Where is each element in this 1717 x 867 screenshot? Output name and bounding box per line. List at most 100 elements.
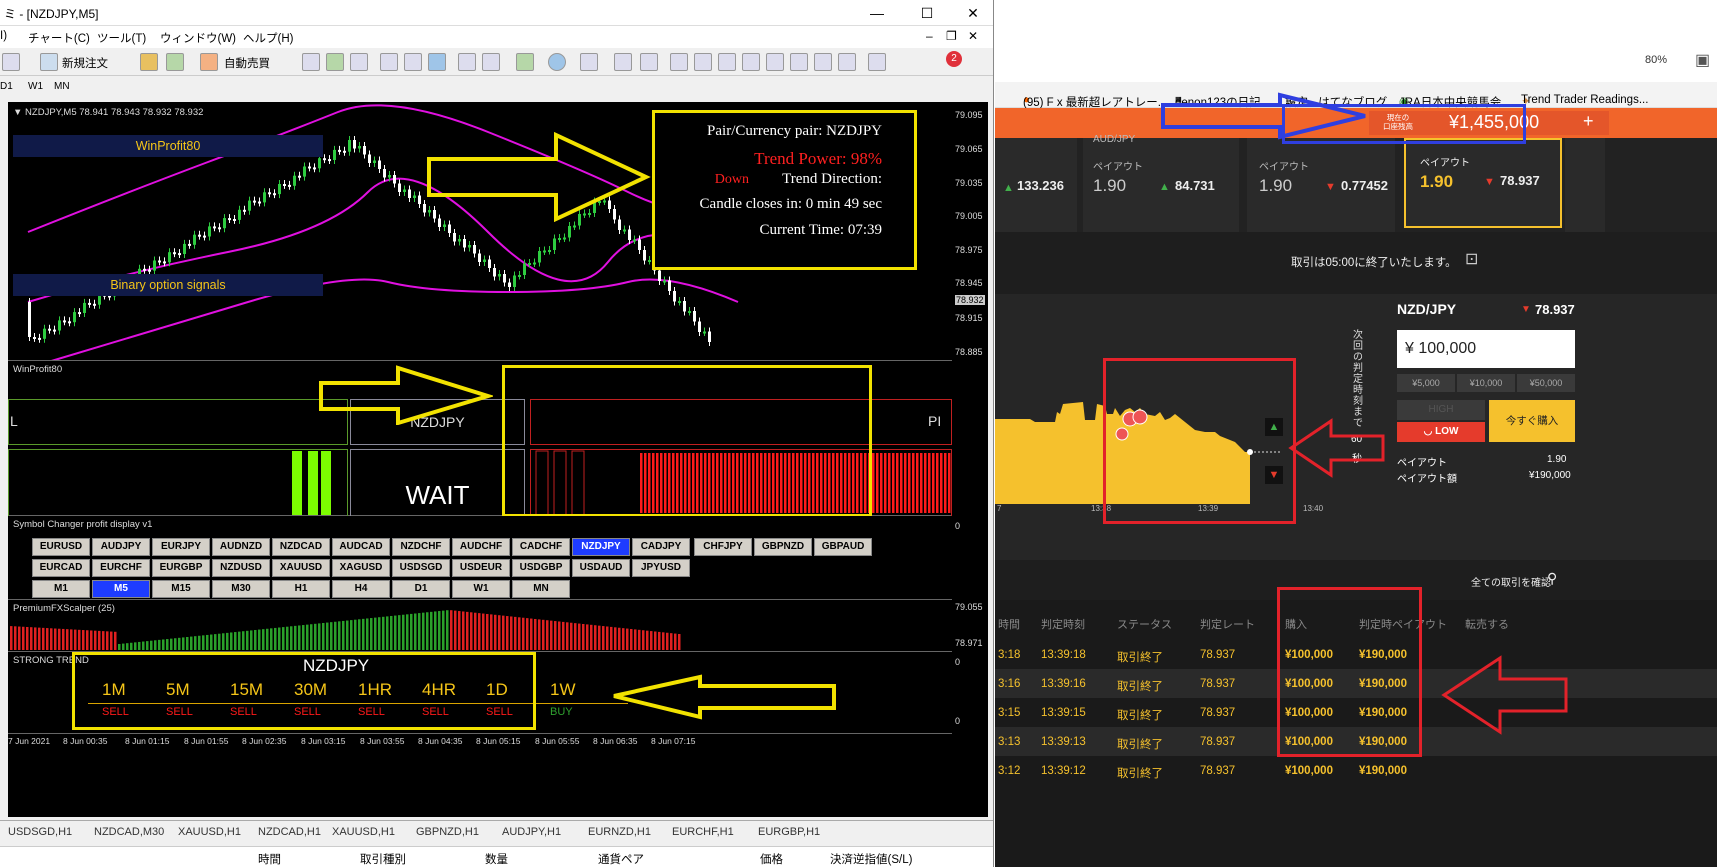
strong-trend-panel[interactable]: STRONG TREND NZDJPY 1M 5M 15M 30M 1HR 4HR 1D 1W… [8,652,952,734]
menu-item-chart[interactable]: チャート(C) [28,30,90,46]
symbol-button-gbpnzd[interactable]: GBPNZD [754,538,812,556]
line-chart-icon[interactable] [350,53,368,71]
symbol-button-eurchf[interactable]: EURCHF [92,559,150,577]
symbol-button-nzdchf[interactable]: NZDCHF [392,538,450,556]
minimize-icon[interactable]: — [862,3,892,23]
zoom-in-icon[interactable] [380,53,398,71]
col-price[interactable]: 価格 [760,851,783,867]
symbol-button-cadjpy[interactable]: CADJPY [632,538,690,556]
chart-tab[interactable]: USDSGD,H1 [8,826,72,838]
symbol-button-xauusd[interactable]: XAUUSD [272,559,330,577]
symbol-button-nzdjpy[interactable]: NZDJPY [572,538,630,556]
mdi-minimize-icon[interactable]: – [926,29,933,43]
pair-card-4-selected[interactable]: ペイアウト 1.90 ▼ 78.937 [1404,138,1562,228]
symbol-button-h4[interactable]: H4 [332,580,390,598]
symbol-button-audchf[interactable]: AUDCHF [452,538,510,556]
navigator-icon[interactable] [140,53,158,71]
new-order-icon[interactable] [40,53,58,71]
symbol-button-audnzd[interactable]: AUDNZD [212,538,270,556]
chart-area[interactable]: ▼ NZDJPY,M5 78.941 78.943 78.932 78.932 … [8,102,988,817]
symbol-button-chfjpy[interactable]: CHFJPY [694,538,752,556]
autoscroll-icon[interactable] [458,53,476,71]
chart-tab[interactable]: NZDCAD,M30 [94,826,164,838]
col-type[interactable]: 取引種別 [360,851,406,867]
col-sl[interactable]: 決済逆指値(S/L) [830,851,912,867]
trendline-icon[interactable] [718,53,736,71]
bar-chart-icon[interactable] [302,53,320,71]
chart-tab[interactable]: XAUUSD,H1 [178,826,241,838]
mdi-close-icon[interactable]: ✕ [968,29,978,43]
crosshair-icon[interactable] [640,53,658,71]
chart-shift-icon[interactable] [482,53,500,71]
add-funds-icon[interactable]: + [1583,111,1594,132]
chart-tab[interactable]: EURNZD,H1 [588,826,651,838]
symbol-button-usdgbp[interactable]: USDGBP [512,559,570,577]
symbol-button-gbpaud[interactable]: GBPAUD [814,538,872,556]
zoom-out-icon[interactable] [404,53,422,71]
market-watch-icon[interactable] [166,53,184,71]
buy-now-button[interactable]: 今すぐ購入 [1489,400,1575,442]
chart-tab[interactable]: AUDJPY,H1 [502,826,561,838]
mdi-restore-icon[interactable]: ❐ [946,29,957,43]
arrows-icon[interactable] [838,53,856,71]
symbol-button-nzdusd[interactable]: NZDUSD [212,559,270,577]
symbol-button-d1[interactable]: D1 [392,580,450,598]
vertical-line-icon[interactable] [670,53,688,71]
candle-chart-icon[interactable] [326,53,344,71]
templates-icon[interactable] [580,53,598,71]
auto-trade-button[interactable]: 自動売買 [224,55,270,71]
maximize-icon[interactable]: ☐ [912,3,942,23]
amount-input[interactable]: ¥ 100,000 [1397,330,1575,368]
indicators-icon[interactable] [516,53,534,71]
cursor-icon[interactable] [614,53,632,71]
symbol-button-eurcad[interactable]: EURCAD [32,559,90,577]
symbol-button-usdsgd[interactable]: USDSGD [392,559,450,577]
symbol-button-eurusd[interactable]: EURUSD [32,538,90,556]
quick-amount-5000[interactable]: ¥5,000 [1397,374,1455,392]
tf-w1[interactable]: W1 [28,81,43,92]
low-button[interactable]: ◡ LOW [1397,422,1485,442]
symbol-button-m1[interactable]: M1 [32,580,90,598]
pair-card-2[interactable]: AUD/JPY ペイアウト 1.90 ▲ 84.731 [1083,134,1239,232]
search-icon[interactable] [868,53,886,71]
label-icon[interactable] [814,53,832,71]
search-icon[interactable]: ⚲ [1547,570,1557,587]
new-order-button[interactable]: 新規注文 [62,55,108,71]
winprofit-panel[interactable]: WinProfit80 L NZDJPY PI WAIT [8,360,952,517]
menu-item-1[interactable]: I) [0,30,7,42]
scalper-panel[interactable]: PremiumFXScalper (25) [8,600,952,652]
zoom-level[interactable]: 80% [1645,54,1667,66]
horizontal-line-icon[interactable] [694,53,712,71]
pair-card-1[interactable]: ▲ 133.236 [995,138,1077,232]
auto-trade-icon[interactable] [200,53,218,71]
notification-badge[interactable]: 2 [946,51,962,67]
channel-icon[interactable] [742,53,760,71]
periods-icon[interactable] [548,53,566,71]
symbol-button-audcad[interactable]: AUDCAD [332,538,390,556]
text-icon[interactable] [790,53,808,71]
info-icon[interactable]: ⊡ [1465,249,1478,269]
history-row[interactable]: 3:12 13:39:12 取引終了 78.937 ¥100,000 ¥190,000 [995,756,1717,786]
symbol-button-usdaud[interactable]: USDAUD [572,559,630,577]
menu-item-tools[interactable]: ツール(T) [97,30,146,46]
high-button[interactable]: HIGH [1397,400,1485,420]
symbol-button-nzdcad[interactable]: NZDCAD [272,538,330,556]
chart-tab[interactable]: NZDCAD,H1 [258,826,321,838]
symbol-button-cadchf[interactable]: CADCHF [512,538,570,556]
chart-tab[interactable]: EURCHF,H1 [672,826,734,838]
symbol-button-eurgbp[interactable]: EURGBP [152,559,210,577]
view-all-link[interactable]: 全ての取引を確認 [1471,574,1551,589]
symbol-button-jpyusd[interactable]: JPYUSD [632,559,690,577]
menu-item-help[interactable]: ヘルプ(H) [243,30,293,46]
symbol-button-h1[interactable]: H1 [272,580,330,598]
symbol-button-m5[interactable]: M5 [92,580,150,598]
quick-amount-50000[interactable]: ¥50,000 [1517,374,1575,392]
symbol-button-audjpy[interactable]: AUDJPY [92,538,150,556]
quick-amount-10000[interactable]: ¥10,000 [1457,374,1515,392]
extension-icon[interactable]: ▣ [1695,50,1710,70]
price-panel[interactable]: ▼ NZDJPY,M5 78.941 78.943 78.932 78.932 … [8,102,952,392]
symbol-button-eurjpy[interactable]: EURJPY [152,538,210,556]
fibonacci-icon[interactable] [766,53,784,71]
chart-tab[interactable]: EURGBP,H1 [758,826,820,838]
tf-mn[interactable]: MN [54,81,70,92]
